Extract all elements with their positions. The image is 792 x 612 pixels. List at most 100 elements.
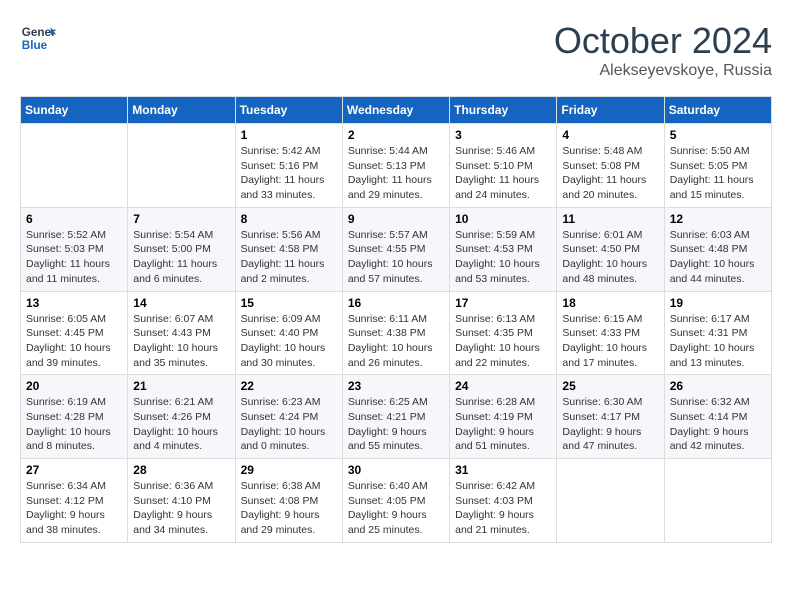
calendar-cell: 5Sunrise: 5:50 AM Sunset: 5:05 PM Daylig… <box>664 124 771 208</box>
day-number: 13 <box>26 296 122 310</box>
day-number: 14 <box>133 296 229 310</box>
day-info: Sunrise: 5:48 AM Sunset: 5:08 PM Dayligh… <box>562 144 658 203</box>
day-info: Sunrise: 6:25 AM Sunset: 4:21 PM Dayligh… <box>348 395 444 454</box>
day-info: Sunrise: 5:52 AM Sunset: 5:03 PM Dayligh… <box>26 228 122 287</box>
calendar-cell: 8 Sunrise: 5:56 AM Sunset: 4:58 PM Daylig… <box>235 207 342 291</box>
calendar-cell: 18 Sunrise: 6:15 AM Sunset: 4:33 PM Dayli… <box>557 291 664 375</box>
day-number: 23 <box>348 379 444 393</box>
day-number: 19 <box>670 296 766 310</box>
day-number: 11 <box>562 212 658 226</box>
calendar-cell: 1 Sunrise: 5:42 AM Sunset: 5:16 PM Daylig… <box>235 124 342 208</box>
svg-text:Blue: Blue <box>22 39 48 52</box>
day-number: 31 <box>455 463 551 477</box>
day-info: Sunrise: 6:30 AM Sunset: 4:17 PM Dayligh… <box>562 395 658 454</box>
calendar-cell: 7 Sunrise: 5:54 AM Sunset: 5:00 PM Daylig… <box>128 207 235 291</box>
day-info: Sunrise: 6:05 AM Sunset: 4:45 PM Dayligh… <box>26 312 122 371</box>
calendar-cell: 27 Sunrise: 6:34 AM Sunset: 4:12 PM Dayli… <box>21 459 128 543</box>
day-number: 17 <box>455 296 551 310</box>
day-number: 22 <box>241 379 337 393</box>
calendar-cell: 9Sunrise: 5:57 AM Sunset: 4:55 PM Daylig… <box>342 207 449 291</box>
calendar-cell: 14 Sunrise: 6:07 AM Sunset: 4:43 PM Dayli… <box>128 291 235 375</box>
day-number: 21 <box>133 379 229 393</box>
calendar-cell: 26 Sunrise: 6:32 AM Sunset: 4:14 PM Dayli… <box>664 375 771 459</box>
day-number: 6 <box>26 212 122 226</box>
day-info: Sunrise: 6:42 AM Sunset: 4:03 PM Dayligh… <box>455 479 551 538</box>
day-info: Sunrise: 6:34 AM Sunset: 4:12 PM Dayligh… <box>26 479 122 538</box>
day-info: Sunrise: 5:42 AM Sunset: 5:16 PM Dayligh… <box>241 144 337 203</box>
calendar-cell: 6 Sunrise: 5:52 AM Sunset: 5:03 PM Daylig… <box>21 207 128 291</box>
day-info: Sunrise: 6:13 AM Sunset: 4:35 PM Dayligh… <box>455 312 551 371</box>
day-number: 29 <box>241 463 337 477</box>
calendar-cell: 2 Sunrise: 5:44 AM Sunset: 5:13 PM Daylig… <box>342 124 449 208</box>
day-info: Sunrise: 6:09 AM Sunset: 4:40 PM Dayligh… <box>241 312 337 371</box>
day-number: 26 <box>670 379 766 393</box>
day-number: 12 <box>670 212 766 226</box>
weekday-header-monday: Monday <box>128 97 235 124</box>
location: Alekseyevskoye, Russia <box>554 62 772 80</box>
week-row-1: 1 Sunrise: 5:42 AM Sunset: 5:16 PM Daylig… <box>21 124 772 208</box>
calendar-cell: 23 Sunrise: 6:25 AM Sunset: 4:21 PM Dayli… <box>342 375 449 459</box>
day-info: Sunrise: 6:36 AM Sunset: 4:10 PM Dayligh… <box>133 479 229 538</box>
day-info: Sunrise: 5:59 AM Sunset: 4:53 PM Dayligh… <box>455 228 551 287</box>
day-number: 9 <box>348 212 444 226</box>
logo-icon: General Blue <box>20 20 56 56</box>
day-number: 7 <box>133 212 229 226</box>
day-number: 4 <box>562 128 658 142</box>
calendar-cell <box>128 124 235 208</box>
calendar-cell: 21 Sunrise: 6:21 AM Sunset: 4:26 PM Dayli… <box>128 375 235 459</box>
day-info: Sunrise: 6:07 AM Sunset: 4:43 PM Dayligh… <box>133 312 229 371</box>
calendar-cell: 20 Sunrise: 6:19 AM Sunset: 4:28 PM Dayli… <box>21 375 128 459</box>
day-info: Sunrise: 6:40 AM Sunset: 4:05 PM Dayligh… <box>348 479 444 538</box>
page-header: General Blue October 2024 Alekseyevskoye… <box>20 20 772 80</box>
weekday-header-thursday: Thursday <box>450 97 557 124</box>
day-info: Sunrise: 6:19 AM Sunset: 4:28 PM Dayligh… <box>26 395 122 454</box>
day-info: Sunrise: 5:44 AM Sunset: 5:13 PM Dayligh… <box>348 144 444 203</box>
calendar-cell: 17 Sunrise: 6:13 AM Sunset: 4:35 PM Dayli… <box>450 291 557 375</box>
calendar-cell: 12Sunrise: 6:03 AM Sunset: 4:48 PM Dayli… <box>664 207 771 291</box>
day-info: Sunrise: 6:17 AM Sunset: 4:31 PM Dayligh… <box>670 312 766 371</box>
weekday-header-sunday: Sunday <box>21 97 128 124</box>
day-info: Sunrise: 5:56 AM Sunset: 4:58 PM Dayligh… <box>241 228 337 287</box>
calendar-cell: 16 Sunrise: 6:11 AM Sunset: 4:38 PM Dayli… <box>342 291 449 375</box>
calendar-cell <box>664 459 771 543</box>
week-row-5: 27 Sunrise: 6:34 AM Sunset: 4:12 PM Dayli… <box>21 459 772 543</box>
day-number: 1 <box>241 128 337 142</box>
calendar-cell: 24Sunrise: 6:28 AM Sunset: 4:19 PM Dayli… <box>450 375 557 459</box>
weekday-header-row: SundayMondayTuesdayWednesdayThursdayFrid… <box>21 97 772 124</box>
calendar-table: SundayMondayTuesdayWednesdayThursdayFrid… <box>20 96 772 543</box>
day-info: Sunrise: 6:21 AM Sunset: 4:26 PM Dayligh… <box>133 395 229 454</box>
day-info: Sunrise: 6:32 AM Sunset: 4:14 PM Dayligh… <box>670 395 766 454</box>
day-info: Sunrise: 5:46 AM Sunset: 5:10 PM Dayligh… <box>455 144 551 203</box>
day-info: Sunrise: 5:54 AM Sunset: 5:00 PM Dayligh… <box>133 228 229 287</box>
calendar-cell: 31 Sunrise: 6:42 AM Sunset: 4:03 PM Dayli… <box>450 459 557 543</box>
week-row-3: 13 Sunrise: 6:05 AM Sunset: 4:45 PM Dayli… <box>21 291 772 375</box>
title-block: October 2024 Alekseyevskoye, Russia <box>554 20 772 80</box>
day-info: Sunrise: 6:01 AM Sunset: 4:50 PM Dayligh… <box>562 228 658 287</box>
day-info: Sunrise: 6:11 AM Sunset: 4:38 PM Dayligh… <box>348 312 444 371</box>
calendar-cell: 29 Sunrise: 6:38 AM Sunset: 4:08 PM Dayli… <box>235 459 342 543</box>
day-number: 18 <box>562 296 658 310</box>
calendar-cell: 19 Sunrise: 6:17 AM Sunset: 4:31 PM Dayli… <box>664 291 771 375</box>
weekday-header-saturday: Saturday <box>664 97 771 124</box>
calendar-cell: 25Sunrise: 6:30 AM Sunset: 4:17 PM Dayli… <box>557 375 664 459</box>
day-number: 10 <box>455 212 551 226</box>
calendar-cell <box>21 124 128 208</box>
day-info: Sunrise: 6:15 AM Sunset: 4:33 PM Dayligh… <box>562 312 658 371</box>
day-number: 2 <box>348 128 444 142</box>
calendar-cell: 28Sunrise: 6:36 AM Sunset: 4:10 PM Dayli… <box>128 459 235 543</box>
weekday-header-tuesday: Tuesday <box>235 97 342 124</box>
day-number: 8 <box>241 212 337 226</box>
week-row-2: 6 Sunrise: 5:52 AM Sunset: 5:03 PM Daylig… <box>21 207 772 291</box>
day-number: 27 <box>26 463 122 477</box>
day-info: Sunrise: 6:28 AM Sunset: 4:19 PM Dayligh… <box>455 395 551 454</box>
month-title: October 2024 <box>554 20 772 62</box>
calendar-cell: 11 Sunrise: 6:01 AM Sunset: 4:50 PM Dayli… <box>557 207 664 291</box>
weekday-header-wednesday: Wednesday <box>342 97 449 124</box>
day-number: 20 <box>26 379 122 393</box>
logo: General Blue <box>20 20 56 56</box>
calendar-cell: 10 Sunrise: 5:59 AM Sunset: 4:53 PM Dayli… <box>450 207 557 291</box>
day-number: 15 <box>241 296 337 310</box>
day-number: 16 <box>348 296 444 310</box>
calendar-cell: 13 Sunrise: 6:05 AM Sunset: 4:45 PM Dayli… <box>21 291 128 375</box>
day-info: Sunrise: 6:38 AM Sunset: 4:08 PM Dayligh… <box>241 479 337 538</box>
